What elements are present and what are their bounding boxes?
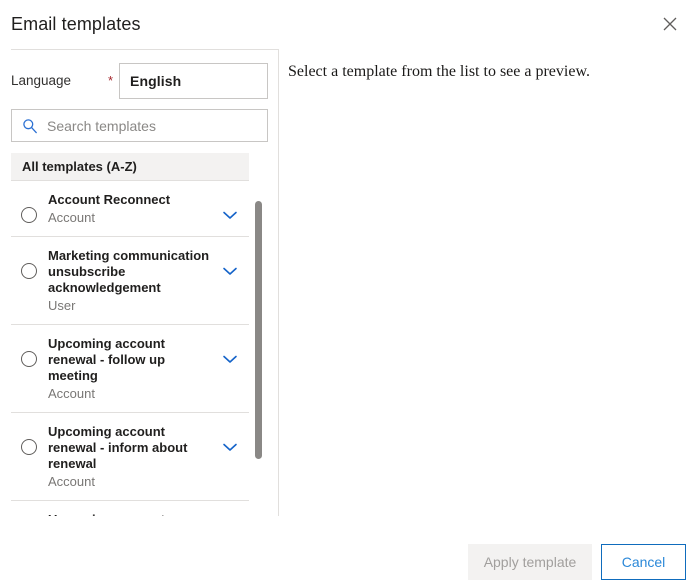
apply-template-button[interactable]: Apply template xyxy=(468,544,592,580)
template-radio[interactable] xyxy=(21,351,37,367)
template-row[interactable]: Account Reconnect Account xyxy=(11,181,249,237)
template-radio[interactable] xyxy=(21,263,37,279)
template-selection-pane: Language * English All templates (A-Z) A… xyxy=(0,49,278,573)
language-value: English xyxy=(130,73,182,89)
template-row[interactable]: Upcoming account renewal - follow up mee… xyxy=(11,325,249,413)
language-row: Language * English xyxy=(11,63,268,99)
template-title: Upcoming account renewal - inform about … xyxy=(48,424,188,471)
template-title: Marketing communication unsubscribe ackn… xyxy=(48,248,210,295)
template-title: Account Reconnect xyxy=(48,192,171,207)
chevron-down-icon[interactable] xyxy=(220,349,240,369)
search-box[interactable] xyxy=(11,109,268,142)
list-header: All templates (A-Z) xyxy=(11,153,249,181)
search-input[interactable] xyxy=(47,117,267,134)
dialog-title: Email templates xyxy=(11,14,141,34)
cancel-button[interactable]: Cancel xyxy=(601,544,686,580)
template-row[interactable]: Marketing communication unsubscribe ackn… xyxy=(11,237,249,325)
template-title: Upcoming account renewal - follow up mee… xyxy=(48,336,166,383)
template-preview-pane: Select a template from the list to see a… xyxy=(279,49,694,516)
template-list: Account Reconnect Account Marketing commun… xyxy=(11,181,249,573)
language-label: Language xyxy=(11,73,72,88)
language-field[interactable]: English xyxy=(119,63,268,99)
list-scrollbar-thumb[interactable] xyxy=(255,201,262,459)
template-entity: User xyxy=(48,298,76,313)
chevron-down-icon[interactable] xyxy=(220,205,240,225)
template-entity: Account xyxy=(48,386,95,401)
list-scrollbar[interactable] xyxy=(255,154,262,554)
template-entity: Account xyxy=(48,474,95,489)
email-templates-dialog: Email templates Language * English Searc… xyxy=(0,0,694,584)
list-header-label: All templates (A-Z) xyxy=(22,159,137,174)
template-entity: Account xyxy=(48,210,95,225)
template-row-text: Marketing communication unsubscribe ackn… xyxy=(48,248,216,314)
template-radio[interactable] xyxy=(21,439,37,455)
template-row[interactable]: Upcoming account renewal - inform about … xyxy=(11,413,249,501)
close-button[interactable] xyxy=(654,9,686,39)
chevron-down-icon[interactable] xyxy=(220,437,240,457)
preview-empty-message: Select a template from the list to see a… xyxy=(288,63,590,80)
template-row-text: Upcoming account renewal - follow up mee… xyxy=(48,336,216,402)
required-asterisk: * xyxy=(108,73,114,88)
template-row-text: Upcoming account renewal - inform about … xyxy=(48,424,216,490)
template-radio[interactable] xyxy=(21,207,37,223)
template-row-text: Account Reconnect Account xyxy=(48,192,216,226)
close-icon xyxy=(663,17,677,31)
search-icon xyxy=(22,118,38,134)
dialog-footer: Apply template Cancel xyxy=(0,516,694,584)
chevron-down-icon[interactable] xyxy=(220,261,240,281)
